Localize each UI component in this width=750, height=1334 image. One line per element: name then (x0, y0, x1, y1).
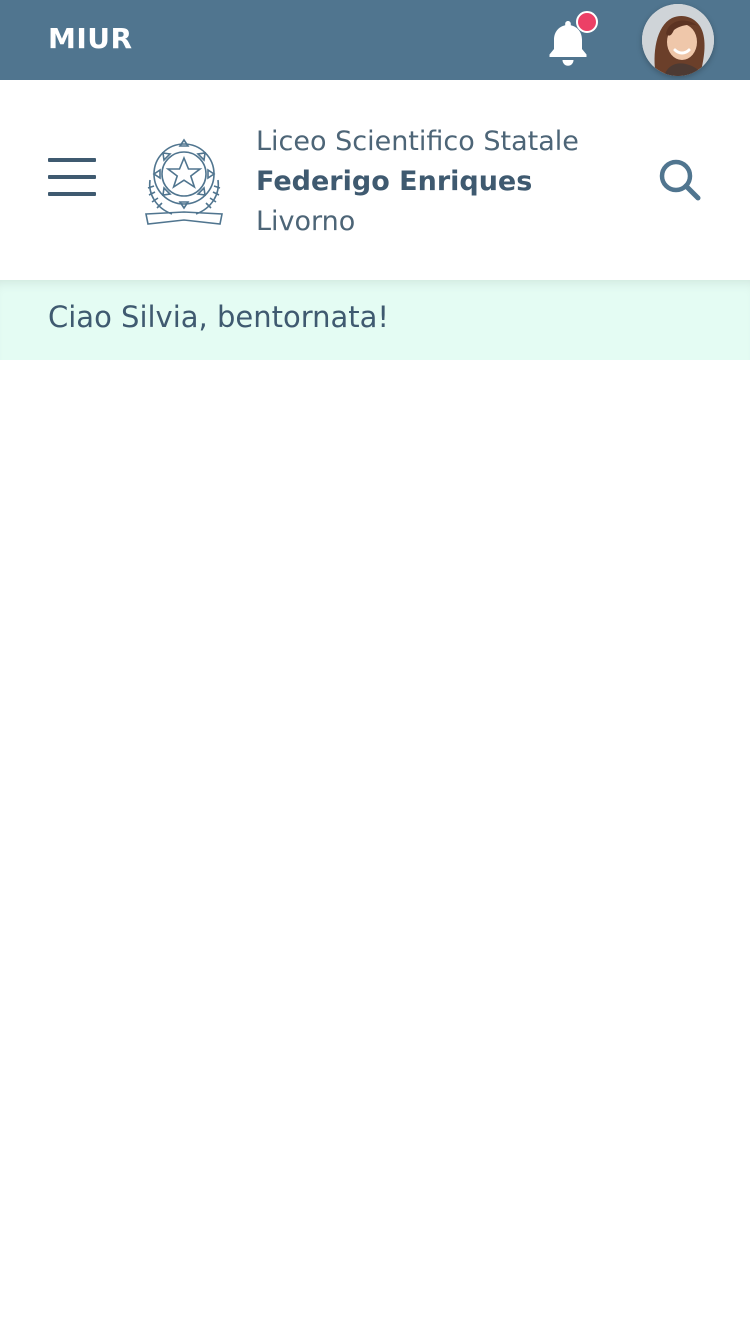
school-name: Federigo Enriques (256, 166, 533, 197)
welcome-banner: Ciao Silvia, bentornata! (0, 280, 750, 360)
hamburger-icon-line (48, 192, 96, 196)
school-info: Liceo Scientifico Statale Federigo Enriq… (256, 122, 579, 242)
brand-label[interactable]: MIUR (48, 22, 133, 55)
republic-emblem-icon (145, 138, 223, 225)
search-icon (659, 159, 701, 201)
menu-button[interactable] (48, 158, 96, 198)
avatar-photo (642, 4, 714, 76)
user-avatar[interactable] (642, 4, 714, 76)
search-button[interactable] (656, 156, 704, 204)
top-bar: MIUR (0, 0, 750, 80)
school-type: Liceo Scientifico Statale (256, 126, 579, 157)
notification-badge (576, 11, 598, 33)
welcome-message: Ciao Silvia, bentornata! (48, 300, 390, 334)
school-city: Livorno (256, 206, 356, 237)
school-header: Liceo Scientifico Statale Federigo Enriq… (0, 80, 750, 280)
notifications-button[interactable] (540, 11, 598, 70)
main-content (0, 360, 750, 1334)
hamburger-icon-line (48, 175, 96, 179)
hamburger-icon (48, 158, 96, 162)
